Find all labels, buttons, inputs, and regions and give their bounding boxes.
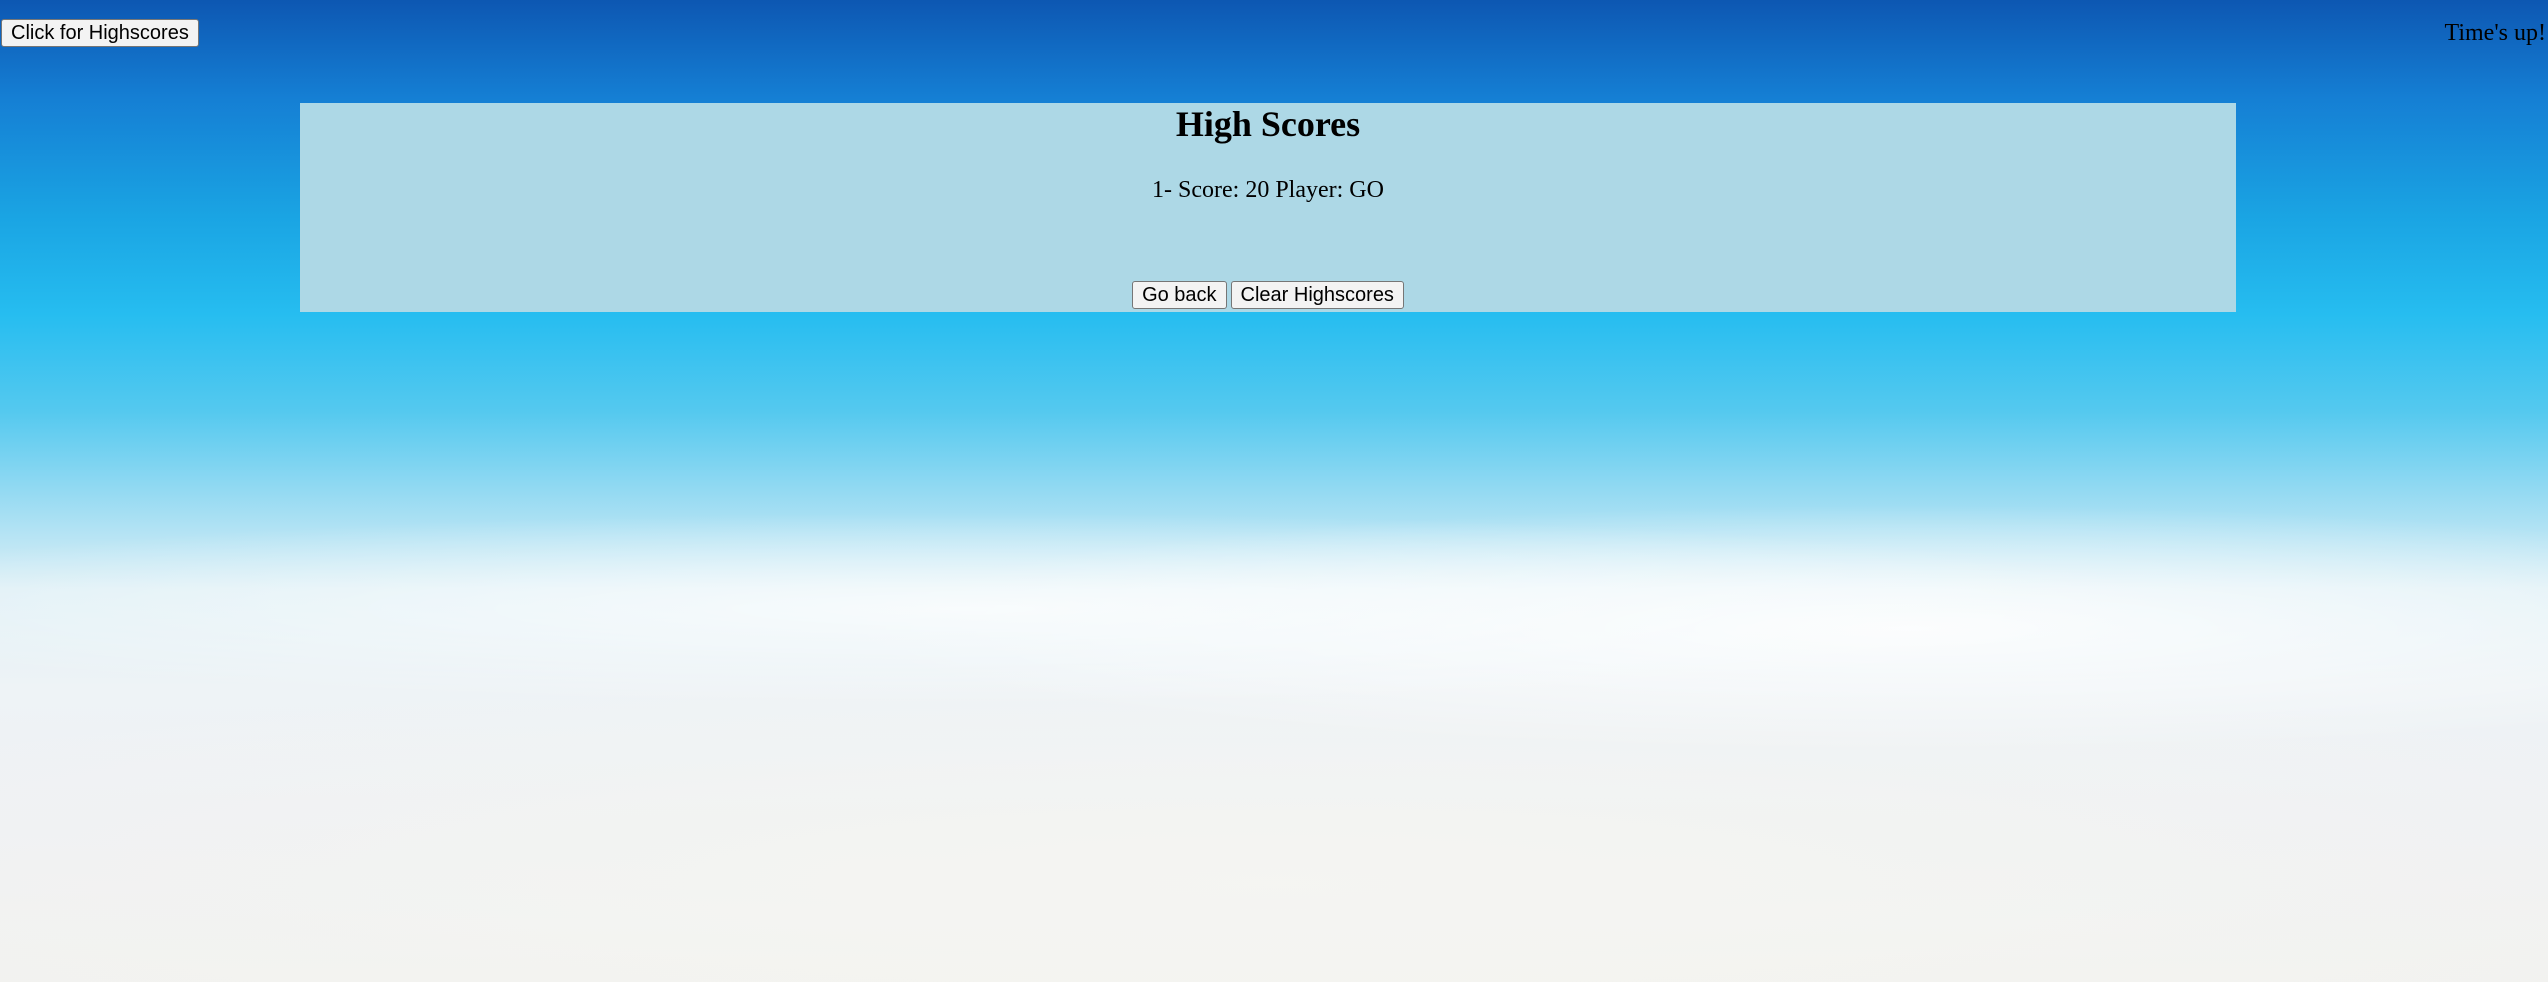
clear-highscores-button[interactable]: Clear Highscores: [1230, 281, 1404, 309]
highscores-title: High Scores: [1175, 104, 1361, 144]
highscores-list: 1- Score: 20 Player: GO: [300, 175, 2236, 205]
highscores-panel: High Scores 1- Score: 20 Player: GO Go b…: [300, 103, 2236, 312]
timer-text: Time's up!: [2444, 20, 2546, 46]
view-highscores-button[interactable]: Click for Highscores: [1, 19, 199, 47]
highscores-actions: Go back Clear Highscores: [300, 281, 2236, 309]
go-back-button[interactable]: Go back: [1132, 281, 1227, 309]
highscore-entry: 1- Score: 20 Player: GO: [1152, 177, 1384, 203]
